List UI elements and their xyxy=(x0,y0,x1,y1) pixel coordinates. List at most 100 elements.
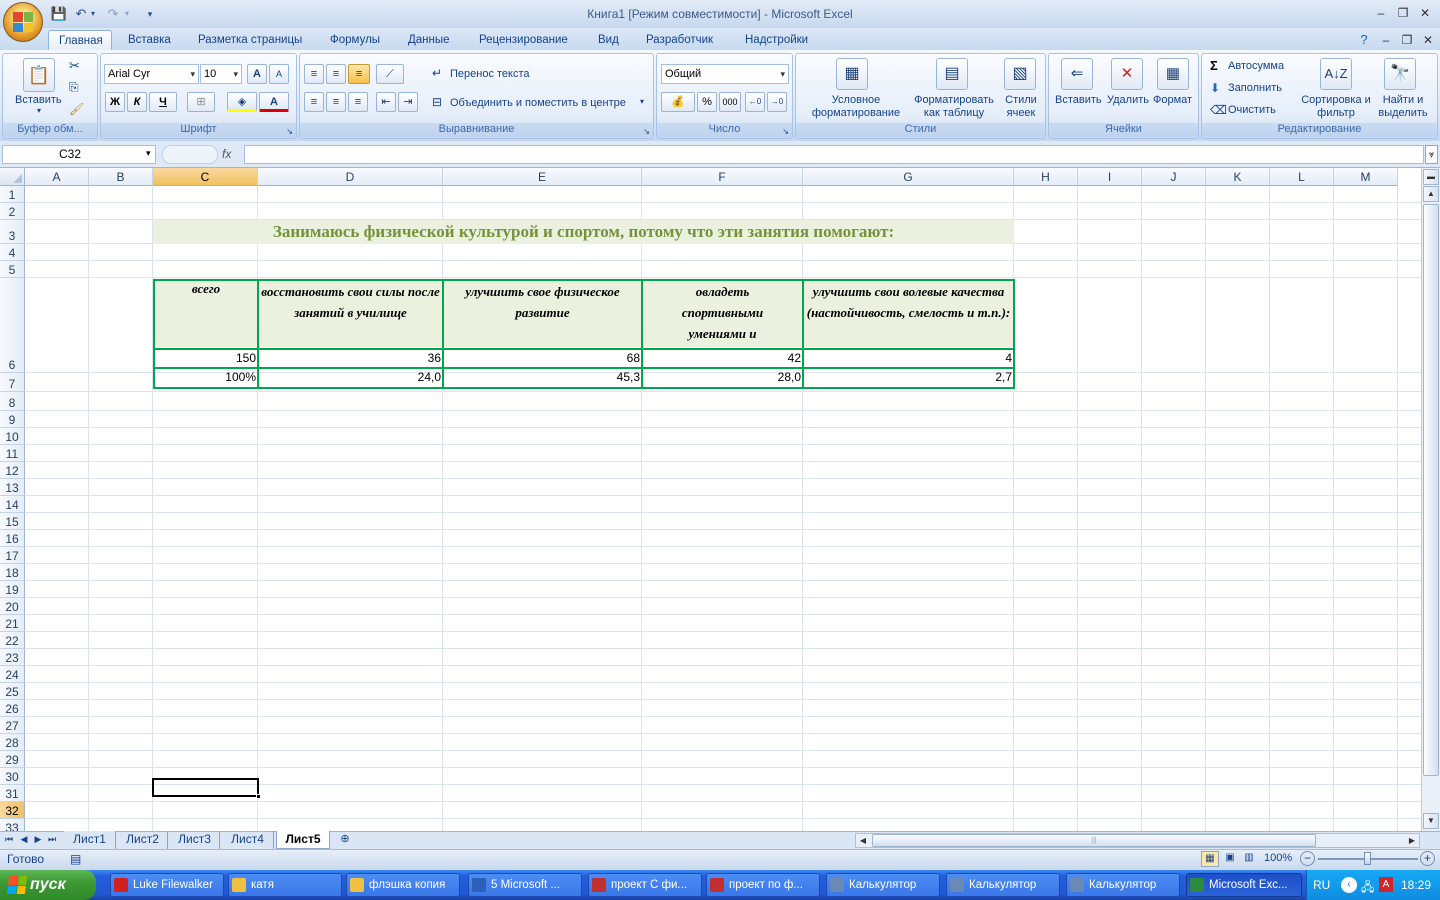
sheet-tab-1[interactable]: Лист1 xyxy=(64,831,116,849)
number-format-combo[interactable]: Общий xyxy=(661,64,789,84)
row-header-17[interactable]: 17 xyxy=(0,547,25,564)
paste-button[interactable]: Вставить xyxy=(15,94,62,106)
font-color-icon[interactable]: A xyxy=(259,92,289,112)
help-icon[interactable]: ? xyxy=(1355,31,1373,49)
align-bottom-icon[interactable]: ≡ xyxy=(348,64,370,84)
taskbar-item-calculator-3[interactable]: Калькулятор xyxy=(1066,873,1180,897)
table-header-total[interactable]: всего xyxy=(155,281,257,347)
insert-function-button[interactable]: fx xyxy=(222,147,231,161)
taskbar-item-katya-folder[interactable]: катя xyxy=(228,873,342,897)
column-header-k[interactable]: K xyxy=(1206,168,1270,186)
spreadsheet-grid[interactable]: ABCDEFGHIJKLM 1 2 3 4 5 6 7 8 9 10 11 12 13 14 15 16 17 1… xyxy=(0,168,1421,831)
grow-font-icon[interactable]: A xyxy=(247,64,267,84)
cell-g7[interactable]: 4 xyxy=(804,350,1012,367)
clear-button[interactable]: Очистить xyxy=(1228,104,1276,116)
page-layout-view-icon[interactable]: ▣ xyxy=(1221,851,1239,867)
insert-cells-icon[interactable]: ⇐ xyxy=(1061,58,1093,90)
sheet-tab-4[interactable]: Лист4 xyxy=(222,831,274,849)
row-header-12[interactable]: 12 xyxy=(0,462,25,479)
sheet-tab-3[interactable]: Лист3 xyxy=(170,831,220,849)
shrink-font-icon[interactable]: A xyxy=(269,64,289,84)
table-header-develop[interactable]: улучшить свое физическое развитие xyxy=(444,281,641,347)
scroll-down-icon[interactable]: ▼ xyxy=(1423,813,1439,829)
taskbar-item-project-2[interactable]: проект по ф... xyxy=(706,873,820,897)
table-header-restore[interactable]: восстановить свои силы после занятий в у… xyxy=(259,281,442,347)
tray-collapse-icon[interactable]: ‹ xyxy=(1341,877,1357,893)
currency-icon[interactable]: 💰 xyxy=(661,92,695,112)
row-header-10[interactable]: 10 xyxy=(0,428,25,445)
restore-button[interactable]: ❐ xyxy=(1392,4,1414,22)
wb-close-button[interactable]: ✕ xyxy=(1417,31,1439,49)
increase-decimal-icon[interactable]: ←0 xyxy=(745,92,765,112)
number-dialog-launcher-icon[interactable]: ↘ xyxy=(782,127,789,136)
hscroll-thumb[interactable]: ||| xyxy=(872,834,1316,847)
fill-handle[interactable] xyxy=(256,794,261,799)
underline-button[interactable]: Ч xyxy=(149,92,177,112)
prev-sheet-icon[interactable]: ◀ xyxy=(17,831,31,849)
fill-color-icon[interactable]: ◈ xyxy=(227,92,257,112)
scroll-right-icon[interactable]: ▶ xyxy=(1405,834,1419,847)
row-header-18[interactable]: 18 xyxy=(0,564,25,581)
column-header-j[interactable]: J xyxy=(1142,168,1206,186)
column-header-a[interactable]: A xyxy=(25,168,89,186)
row-header-32[interactable]: 32 xyxy=(0,802,25,819)
cell-d7[interactable]: 36 xyxy=(259,350,441,367)
antivirus-icon[interactable]: A xyxy=(1379,877,1393,892)
row-header-22[interactable]: 22 xyxy=(0,632,25,649)
row-header-27[interactable]: 27 xyxy=(0,717,25,734)
merge-dropdown-icon[interactable]: ▾ xyxy=(640,97,644,106)
next-sheet-icon[interactable]: ▶ xyxy=(31,831,45,849)
table-header-willpower[interactable]: улучшить свои волевые качества (настойчи… xyxy=(804,281,1013,347)
row-header-24[interactable]: 24 xyxy=(0,666,25,683)
row-header-15[interactable]: 15 xyxy=(0,513,25,530)
expand-formula-bar-icon[interactable]: ⩔ xyxy=(1425,145,1438,164)
column-header-f[interactable]: F xyxy=(642,168,803,186)
taskbar-item-excel[interactable]: Microsoft Exc... xyxy=(1186,873,1302,897)
row-header-11[interactable]: 11 xyxy=(0,445,25,462)
borders-icon[interactable]: ⊞ xyxy=(187,92,215,112)
row-header-5[interactable]: 5 xyxy=(0,261,25,278)
row-header-14[interactable]: 14 xyxy=(0,496,25,513)
taskbar-item-project-1[interactable]: проект С фи... xyxy=(588,873,702,897)
sort-filter-button[interactable]: Сортировка и фильтр xyxy=(1300,94,1372,120)
minimize-button[interactable]: – xyxy=(1370,4,1392,22)
align-center-icon[interactable]: ≡ xyxy=(326,92,346,112)
row-header-19[interactable]: 19 xyxy=(0,581,25,598)
row-header-2[interactable]: 2 xyxy=(0,203,25,220)
formula-input[interactable] xyxy=(244,145,1424,164)
row-header-20[interactable]: 20 xyxy=(0,598,25,615)
normal-view-icon[interactable]: ▦ xyxy=(1201,851,1219,867)
cell-e8[interactable]: 45,3 xyxy=(444,369,640,386)
column-header-c[interactable]: C xyxy=(153,168,258,186)
align-middle-icon[interactable]: ≡ xyxy=(326,64,346,84)
sort-filter-icon[interactable]: A↓Z xyxy=(1320,58,1352,90)
tab-review[interactable]: Рецензирование xyxy=(469,30,578,50)
percent-button[interactable]: % xyxy=(697,92,717,112)
cell-g8[interactable]: 2,7 xyxy=(804,369,1012,386)
decrease-indent-icon[interactable]: ⇤ xyxy=(376,92,396,112)
column-header-e[interactable]: E xyxy=(443,168,642,186)
paste-icon[interactable]: 📋 xyxy=(23,58,55,92)
insert-sheet-icon[interactable]: ⊕ xyxy=(334,831,356,849)
network-icon[interactable]: 🖧 xyxy=(1361,878,1374,899)
orientation-icon[interactable]: ⟋ xyxy=(376,64,404,84)
row-header-8[interactable]: 8 xyxy=(0,392,25,411)
zoom-slider-thumb[interactable] xyxy=(1364,852,1371,865)
zoom-level[interactable]: 100% xyxy=(1264,852,1292,864)
wrap-text-button[interactable]: Перенос текста xyxy=(450,68,530,80)
column-header-b[interactable]: B xyxy=(89,168,153,186)
delete-cells-button[interactable]: Удалить xyxy=(1107,94,1149,106)
taskbar-item-flash-copy-folder[interactable]: флэшка копия xyxy=(346,873,460,897)
decrease-decimal-icon[interactable]: →0 xyxy=(767,92,787,112)
column-header-h[interactable]: H xyxy=(1014,168,1078,186)
tab-page-layout[interactable]: Разметка страницы xyxy=(188,30,312,50)
name-box-dropdown-icon[interactable]: ▾ xyxy=(146,148,151,159)
row-header-13[interactable]: 13 xyxy=(0,479,25,496)
format-as-table-icon[interactable]: ▤ xyxy=(936,58,968,90)
align-top-icon[interactable]: ≡ xyxy=(304,64,324,84)
find-select-button[interactable]: Найти и выделить xyxy=(1370,94,1436,120)
row-header-16[interactable]: 16 xyxy=(0,530,25,547)
format-cells-icon[interactable]: ▦ xyxy=(1157,58,1189,90)
insert-cells-button[interactable]: Вставить xyxy=(1055,94,1102,106)
column-header-i[interactable]: I xyxy=(1078,168,1142,186)
